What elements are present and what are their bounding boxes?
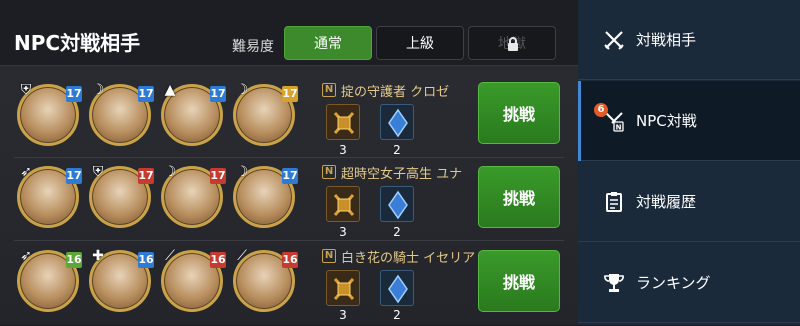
sidebar-item-label: 対戦相手 — [636, 31, 697, 49]
level-badge: 17 — [66, 168, 82, 184]
active-indicator — [578, 81, 581, 161]
blue-gem-icon — [380, 104, 414, 140]
shield-icon: ⛨ — [92, 164, 104, 180]
difficulty-normal-label: 通常 — [314, 36, 342, 52]
level-badge: 17 — [210, 86, 226, 102]
header-bar: NPC対戦相手 難易度 通常 上級 地獄 — [0, 0, 578, 66]
level-badge: 16 — [210, 252, 226, 268]
page-title: NPC対戦相手 — [14, 31, 141, 55]
scythe-icon: ☽ — [163, 164, 177, 180]
reward-count: 3 — [339, 143, 347, 157]
npc-opponent-panel: NPC対戦相手 難易度 通常 上級 地獄 ⛨ 17 ☽ 17 ▲ 17 ☽ 17… — [0, 0, 578, 325]
opponent-row: ⛨ 17 ☽ 17 ▲ 17 ☽ 17 N 掟の守護者 クロゼ 3 2 挑戦 — [0, 80, 578, 160]
level-badge: 16 — [66, 252, 82, 268]
battle-sidebar: 対戦相手 N 6 NPC対戦 対戦履歴 ランキング — [578, 0, 800, 325]
challenge-button[interactable]: 挑戦 — [478, 250, 560, 312]
healer-icon: ✚ — [92, 248, 104, 264]
trophy-icon — [604, 273, 624, 292]
level-badge: 17 — [66, 86, 82, 102]
shield-icon: ⛨ — [20, 82, 32, 98]
bow-icon: ➶ — [20, 248, 32, 264]
npc-badge-icon: N — [322, 249, 336, 263]
level-badge: 17 — [138, 168, 154, 184]
notification-badge: 6 — [594, 103, 608, 117]
difficulty-advanced-label: 上級 — [406, 36, 434, 52]
reward-count: 3 — [339, 225, 347, 239]
sidebar-item-battle-history[interactable]: 対戦履歴 — [578, 162, 800, 242]
reward-count: 3 — [339, 308, 347, 322]
level-badge: 17 — [138, 86, 154, 102]
sidebar-item-npc-battle[interactable]: N 6 NPC対戦 — [578, 81, 800, 161]
witch-hat-icon: ▲ — [164, 82, 176, 98]
medal-icon — [326, 186, 360, 222]
crossed-swords-icon — [604, 30, 624, 50]
level-badge: 16 — [138, 252, 154, 268]
spear-icon: ⟋ — [237, 248, 247, 264]
sidebar-item-label: NPC対戦 — [636, 112, 697, 130]
reward-count: 2 — [393, 308, 401, 322]
blue-gem-icon — [380, 186, 414, 222]
opponent-row: ➶ 16 ✚ 16 ⟋ 16 ⟋ 16 N 白き花の騎士 イセリア 3 2 挑戦 — [0, 246, 578, 326]
difficulty-normal-button[interactable]: 通常 — [284, 26, 372, 60]
level-badge: 16 — [282, 252, 298, 268]
challenge-button[interactable]: 挑戦 — [478, 166, 560, 228]
scythe-icon: ☽ — [91, 82, 105, 98]
npc-badge-icon: N — [322, 83, 336, 97]
difficulty-hell-button[interactable]: 地獄 — [468, 26, 556, 60]
blue-gem-icon — [380, 270, 414, 306]
bow-icon: ➶ — [20, 164, 32, 180]
level-badge: 17 — [282, 86, 298, 102]
opponent-row: ➶ 17 ⛨ 17 ☽ 17 ☽ 17 N 超時空女子高生 ユナ 3 2 挑戦 — [0, 162, 578, 242]
npc-name: 掟の守護者 クロゼ — [341, 84, 450, 100]
clipboard-icon — [606, 191, 622, 212]
difficulty-label: 難易度 — [232, 39, 274, 55]
difficulty-advanced-button[interactable]: 上級 — [376, 26, 464, 60]
row-divider — [14, 157, 564, 158]
scythe-icon: ☽ — [235, 164, 249, 180]
reward-count: 2 — [393, 225, 401, 239]
level-badge: 17 — [282, 168, 298, 184]
row-divider — [14, 240, 564, 241]
sidebar-item-label: ランキング — [636, 274, 711, 292]
challenge-label: 挑戦 — [502, 105, 535, 124]
level-badge: 17 — [210, 168, 226, 184]
npc-name-line: N 白き花の騎士 イセリア — [322, 248, 476, 266]
scythe-icon: ☽ — [235, 82, 249, 98]
npc-name-line: N 掟の守護者 クロゼ — [322, 82, 450, 100]
spear-icon: ⟋ — [165, 248, 175, 264]
lock-icon — [508, 37, 518, 51]
challenge-button[interactable]: 挑戦 — [478, 82, 560, 144]
npc-badge-icon: N — [322, 165, 336, 179]
reward-count: 2 — [393, 143, 401, 157]
npc-name: 超時空女子高生 ユナ — [341, 166, 463, 182]
medal-icon — [326, 270, 360, 306]
challenge-label: 挑戦 — [502, 273, 535, 292]
sidebar-item-opponents[interactable]: 対戦相手 — [578, 0, 800, 80]
medal-icon — [326, 104, 360, 140]
svg-text:N: N — [616, 123, 622, 131]
npc-name: 白き花の騎士 イセリア — [341, 250, 476, 266]
sidebar-item-ranking[interactable]: ランキング — [578, 243, 800, 323]
challenge-label: 挑戦 — [502, 189, 535, 208]
npc-name-line: N 超時空女子高生 ユナ — [322, 164, 463, 182]
sidebar-item-label: 対戦履歴 — [636, 193, 697, 211]
